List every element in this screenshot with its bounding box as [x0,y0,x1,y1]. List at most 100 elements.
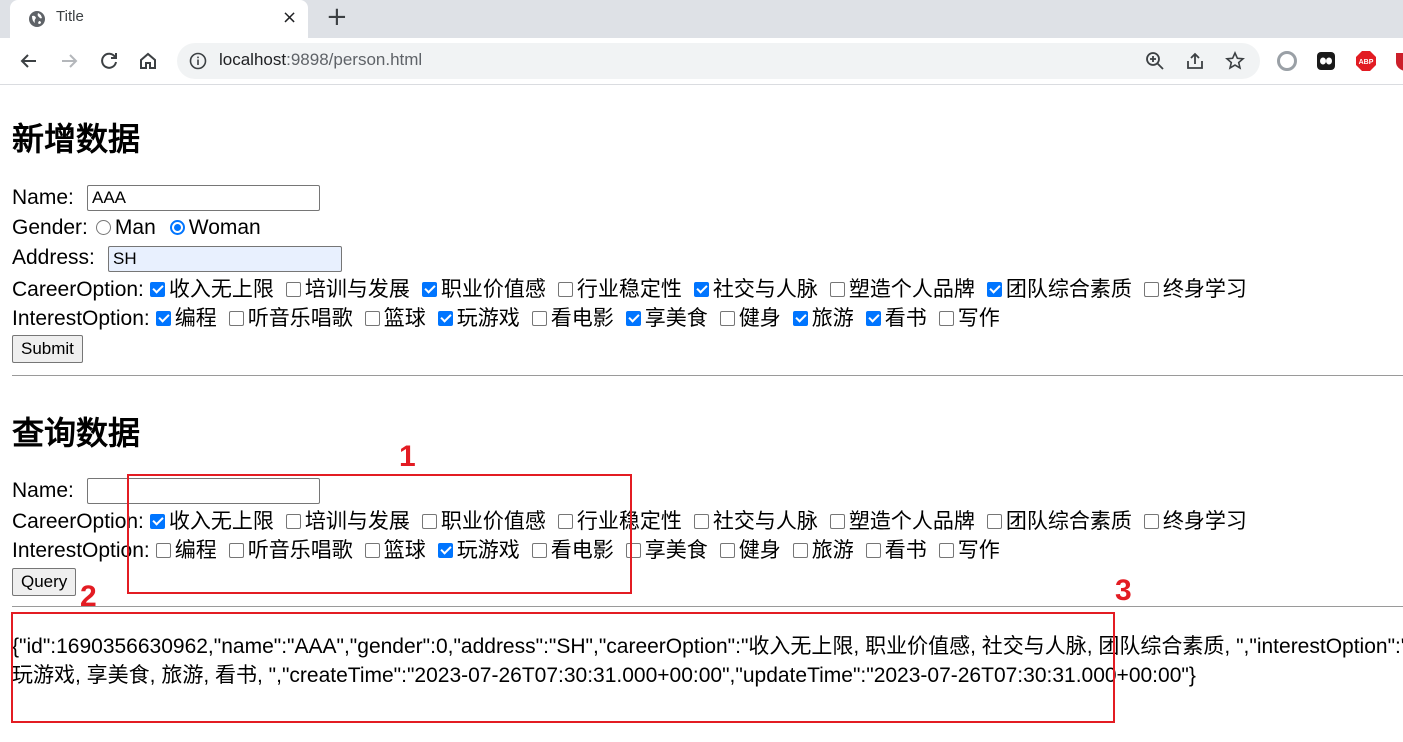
forward-arrow-icon[interactable] [56,48,82,74]
globe-icon [29,11,45,27]
query-data-heading: 查询数据 [12,415,141,451]
add-interest-option-label: 享美食 [644,307,708,330]
address-row: Address: [12,244,95,272]
tab-title: Title [56,8,84,25]
divider [12,606,1403,607]
query-interest-option-label: 健身 [738,539,781,562]
add-career-checkbox-1[interactable] [149,282,165,297]
gender-option-label: Man [114,216,156,239]
add-interest-option-label: 篮球 [383,307,426,330]
gender-radio-2[interactable] [169,220,185,235]
annotation-box-1 [127,474,632,594]
bookmark-star-icon[interactable] [1225,51,1245,71]
query-interest-option-label: 享美食 [644,539,708,562]
gender-label: Gender: [12,216,88,239]
query-interest-checkbox-8[interactable] [792,543,808,558]
add-name-input[interactable]: AAA [87,185,320,211]
site-info-icon[interactable] [189,52,207,70]
query-interest-option-label: 看书 [884,539,927,562]
add-career-option-label: 终身学习 [1162,278,1247,301]
add-career-option-label: 职业价值感 [440,278,546,301]
extension-circle-icon[interactable] [1276,50,1298,72]
new-tab-icon[interactable]: + [326,3,348,31]
add-interest-checkbox-3[interactable] [364,311,380,326]
query-career-checkbox-7[interactable] [986,514,1002,529]
query-career-checkbox-5[interactable] [693,514,709,529]
browser-toolbar: localhost:9898/person.html ABP [0,38,1403,85]
add-career-row: CareerOption: 收入无上限 培训与发展 职业价值感 行业稳定性 社交与人脉 塑造… [12,276,1253,304]
interest-label: InterestOption: [12,307,150,330]
add-interest-option-label: 看书 [884,307,927,330]
zoom-icon[interactable] [1145,51,1165,71]
query-career-option-label: 团队综合素质 [1005,510,1132,533]
adblock-plus-icon[interactable]: ABP [1355,50,1377,72]
reload-icon[interactable] [96,48,122,74]
add-interest-checkbox-4[interactable] [437,311,453,326]
add-interest-option-label: 玩游戏 [456,307,520,330]
add-interest-option-label: 听音乐唱歌 [247,307,353,330]
query-career-checkbox-8[interactable] [1143,514,1159,529]
add-career-option-label: 行业稳定性 [576,278,682,301]
query-career-checkbox-6[interactable] [829,514,845,529]
add-interest-row: InterestOption: 编程 听音乐唱歌 篮球 玩游戏 看电影 享美食 健身 旅游 看书 写… [12,305,1006,333]
gender-radio-1[interactable] [95,220,111,235]
add-interest-option-label: 看电影 [550,307,614,330]
add-name-row: Name: [12,184,74,212]
add-interest-option-label: 健身 [738,307,781,330]
add-career-checkbox-3[interactable] [421,282,437,297]
add-interest-checkbox-7[interactable] [719,311,735,326]
add-interest-checkbox-1[interactable] [155,311,171,326]
annotation-box-2 [11,612,1115,723]
home-icon[interactable] [135,48,161,74]
back-arrow-icon[interactable] [16,48,42,74]
query-interest-checkbox-9[interactable] [865,543,881,558]
add-career-option-label: 培训与发展 [304,278,410,301]
add-career-checkbox-6[interactable] [829,282,845,297]
query-career-option-label: 终身学习 [1162,510,1247,533]
career-label: CareerOption: [12,278,144,301]
add-career-checkbox-7[interactable] [986,282,1002,297]
query-interest-checkbox-7[interactable] [719,543,735,558]
add-interest-checkbox-8[interactable] [792,311,808,326]
query-career-option-label: 塑造个人品牌 [848,510,975,533]
submit-button[interactable]: Submit [12,335,83,363]
name-label: Name: [12,186,74,209]
add-data-heading: 新增数据 [12,121,141,157]
add-interest-checkbox-10[interactable] [938,311,954,326]
add-career-option-label: 团队综合素质 [1005,278,1132,301]
add-interest-option-label: 旅游 [811,307,854,330]
browser-tab[interactable]: Title × [10,0,308,38]
add-career-checkbox-8[interactable] [1143,282,1159,297]
divider [12,375,1403,376]
annotation-label-2: 2 [80,580,97,613]
query-interest-checkbox-10[interactable] [938,543,954,558]
add-career-checkbox-2[interactable] [285,282,301,297]
query-interest-option-label: 旅游 [811,539,854,562]
extension-shield-icon[interactable] [1393,50,1403,72]
add-career-option-label: 收入无上限 [168,278,274,301]
add-interest-checkbox-6[interactable] [625,311,641,326]
svg-text:ABP: ABP [1359,59,1374,66]
tab-close-icon[interactable]: × [282,6,297,30]
share-icon[interactable] [1185,51,1205,71]
address-input[interactable]: SH [108,246,342,272]
extension-mask-icon[interactable] [1315,50,1337,72]
query-button[interactable]: Query [12,568,77,596]
annotation-label-3: 3 [1115,574,1132,607]
add-career-checkbox-4[interactable] [557,282,573,297]
add-interest-option-label: 编程 [174,307,217,330]
add-interest-checkbox-5[interactable] [531,311,547,326]
query-interest-option-label: 写作 [957,539,1000,562]
query-name-row: Name: [12,477,74,505]
add-career-checkbox-5[interactable] [693,282,709,297]
address-bar[interactable]: localhost:9898/person.html [177,43,1260,79]
query-career-option-label: 社交与人脉 [712,510,818,533]
annotation-label-1: 1 [399,440,416,473]
add-interest-checkbox-2[interactable] [228,311,244,326]
tab-strip: Title × + [0,0,1403,38]
address-label: Address: [12,246,95,269]
add-career-option-label: 塑造个人品牌 [848,278,975,301]
url-text: localhost:9898/person.html [219,50,423,69]
add-career-option-label: 社交与人脉 [712,278,818,301]
add-interest-checkbox-9[interactable] [865,311,881,326]
